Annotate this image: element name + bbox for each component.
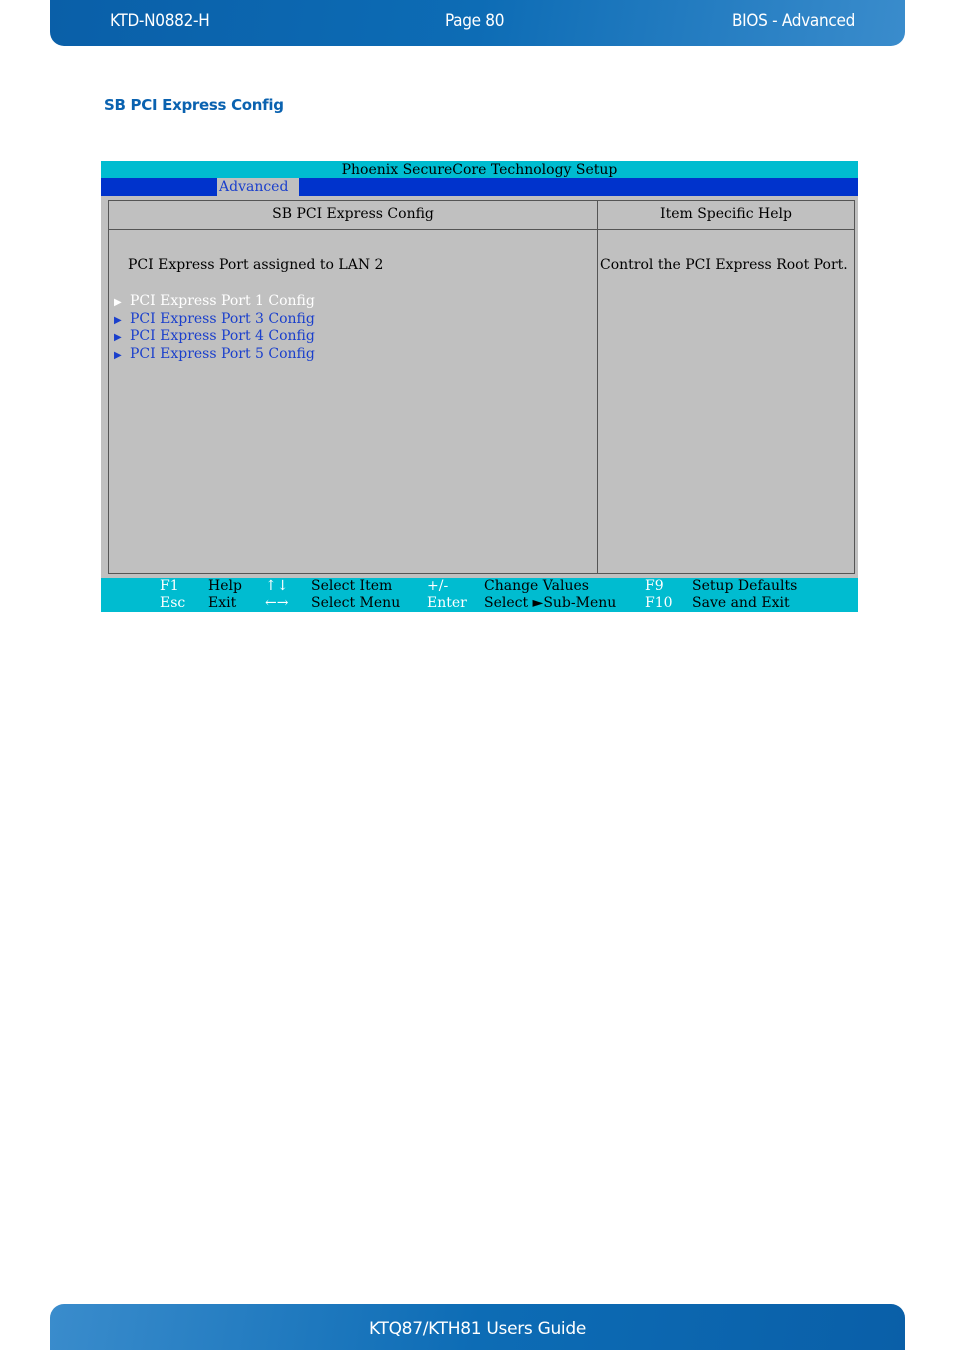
key-f1-desc: Help — [208, 578, 242, 594]
submenu-item-port-4[interactable]: ▶ PCI Express Port 4 Config — [114, 328, 315, 346]
submenu-label: PCI Express Port 1 Config — [130, 293, 315, 309]
key-leftright-desc: Select Menu — [311, 595, 401, 611]
submenu-item-port-1[interactable]: ▶ PCI Express Port 1 Config — [114, 293, 315, 311]
key-f9-desc: Setup Defaults — [692, 578, 798, 594]
left-right-arrows-icon: ←→ — [265, 595, 289, 611]
panel-divider — [597, 201, 598, 573]
right-triangle-icon: ▶ — [114, 332, 122, 344]
help-title: Item Specific Help — [660, 206, 792, 222]
submenu-label: PCI Express Port 5 Config — [130, 345, 315, 362]
key-f10-desc: Save and Exit — [692, 595, 790, 611]
key-enter-desc: Select ►Sub-Menu — [484, 595, 617, 611]
submenu-label: PCI Express Port 3 Config — [130, 310, 315, 327]
right-triangle-icon: ▶ — [114, 349, 122, 361]
key-plus-minus-desc: Change Values — [484, 578, 589, 594]
right-triangle-icon: ▶ — [114, 297, 122, 308]
document-id: KTD-N0882-H — [110, 11, 210, 31]
submenu-item-port-3[interactable]: ▶ PCI Express Port 3 Config — [114, 311, 315, 329]
bios-panel: SB PCI Express Config Item Specific Help… — [108, 200, 855, 574]
page-number: Page 80 — [445, 11, 505, 31]
section-name: BIOS - Advanced — [731, 11, 855, 31]
key-f10: F10 — [645, 595, 673, 611]
bios-menu-bar: Advanced — [101, 178, 858, 196]
tab-advanced[interactable]: Advanced — [217, 178, 299, 196]
bios-title-bar: Phoenix SecureCore Technology Setup — [101, 161, 858, 178]
bios-key-legend: F1 Help ↑↓ Select Item +/- Change Values… — [101, 578, 858, 612]
page-footer: KTQ87/KTH81 Users Guide — [50, 1304, 905, 1350]
key-esc-desc: Exit — [208, 595, 237, 611]
guide-title: KTQ87/KTH81 Users Guide — [368, 1319, 586, 1339]
panel-header-divider — [109, 229, 854, 230]
key-enter: Enter — [427, 595, 467, 611]
page-header: KTD-N0882-H Page 80 BIOS - Advanced — [50, 0, 905, 46]
right-triangle-icon: ▶ — [114, 314, 122, 326]
submenu-item-port-5[interactable]: ▶ PCI Express Port 5 Config — [114, 346, 315, 364]
panel-title: SB PCI Express Config — [272, 206, 434, 222]
key-plus-minus: +/- — [427, 578, 449, 594]
section-title: SB PCI Express Config — [104, 96, 284, 114]
key-f1: F1 — [160, 578, 179, 594]
key-updown-desc: Select Item — [311, 578, 393, 594]
up-down-arrows-icon: ↑↓ — [265, 578, 289, 594]
bios-screenshot: Phoenix SecureCore Technology Setup Adva… — [101, 161, 858, 612]
help-text: Control the PCI Express Root Port. — [600, 257, 848, 273]
submenu-list: ▶ PCI Express Port 1 Config ▶ PCI Express … — [114, 293, 315, 363]
key-f9: F9 — [645, 578, 664, 594]
submenu-label: PCI Express Port 4 Config — [130, 328, 315, 345]
key-esc: Esc — [160, 595, 186, 611]
lan-port-setting-label: PCI Express Port assigned to LAN 2 — [128, 257, 384, 273]
